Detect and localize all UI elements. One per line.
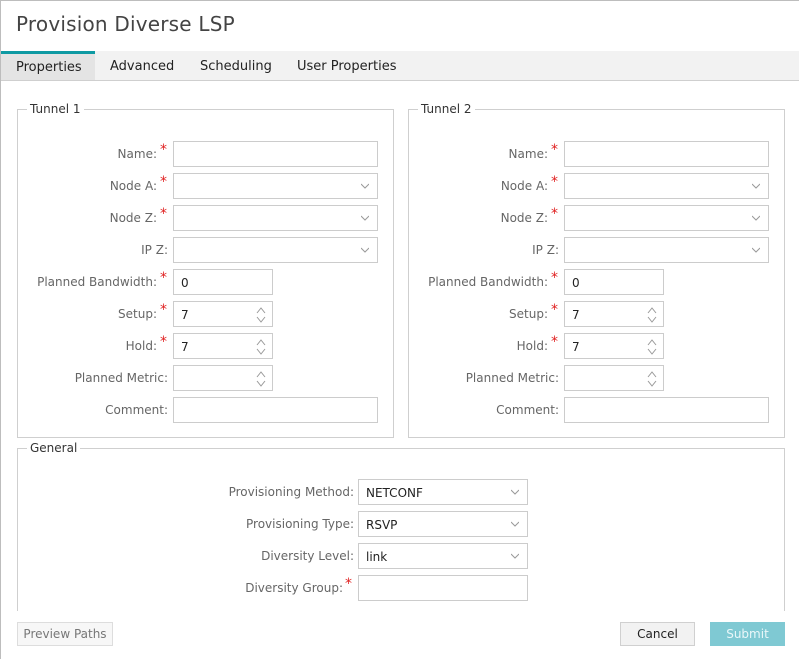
diversity-level-value: link xyxy=(366,550,388,564)
planned-metric-stepper[interactable] xyxy=(564,365,664,391)
tab-properties[interactable]: Properties xyxy=(1,51,95,80)
name-label: Name: xyxy=(508,147,548,161)
provisioning-type-row: Provisioning Type: RSVP xyxy=(1,511,799,537)
required-marker: * xyxy=(551,270,558,286)
diversity-level-row: Diversity Level: link xyxy=(1,543,799,569)
chevron-down-icon xyxy=(752,183,760,189)
required-marker: * xyxy=(551,206,558,222)
tunnel2-planned-metric-row: Planned Metric: xyxy=(1,365,799,391)
planned-metric-label: Planned Metric: xyxy=(465,371,559,385)
comment-input[interactable] xyxy=(564,397,769,423)
required-marker: * xyxy=(551,174,558,190)
planned-bandwidth-input[interactable]: 0 xyxy=(564,269,664,295)
ip-z-select[interactable] xyxy=(564,237,769,263)
setup-stepper[interactable]: 7 xyxy=(564,301,664,327)
node-a-label: Node A: xyxy=(500,179,548,193)
tunnel2-setup-row: Setup: * 7 xyxy=(1,301,799,327)
provisioning-method-label: Provisioning Method: xyxy=(228,485,354,499)
comment-label: Comment: xyxy=(496,403,559,417)
preview-paths-button[interactable]: Preview Paths xyxy=(17,622,113,646)
provisioning-type-select[interactable]: RSVP xyxy=(358,511,528,537)
diversity-group-row: Diversity Group: * xyxy=(1,575,799,601)
cancel-button[interactable]: Cancel xyxy=(620,622,695,646)
diversity-group-label: Diversity Group: xyxy=(245,581,343,595)
tunnel2-comment-row: Comment: xyxy=(1,397,799,423)
chevron-down-icon xyxy=(511,489,519,495)
planned-bandwidth-value: 0 xyxy=(572,276,580,290)
setup-value: 7 xyxy=(572,308,580,322)
tunnel2-node-a-row: Node A: * xyxy=(1,173,799,199)
tab-scheduling[interactable]: Scheduling xyxy=(185,51,287,80)
required-marker: * xyxy=(551,302,558,318)
diversity-level-label: Diversity Level: xyxy=(261,549,354,563)
required-marker: * xyxy=(345,576,352,592)
page-title: Provision Diverse LSP xyxy=(16,12,235,36)
required-marker: * xyxy=(551,142,558,158)
provisioning-method-select[interactable]: NETCONF xyxy=(358,479,528,505)
spinner-arrows-icon[interactable] xyxy=(647,337,657,357)
tab-user-properties[interactable]: User Properties xyxy=(282,51,411,80)
chevron-down-icon xyxy=(752,215,760,221)
tunnel2-ip-z-row: IP Z: xyxy=(1,237,799,263)
tunnel2-legend: Tunnel 2 xyxy=(421,102,472,116)
provisioning-method-row: Provisioning Method: NETCONF xyxy=(1,479,799,505)
spinner-arrows-icon[interactable] xyxy=(647,305,657,325)
diversity-level-select[interactable]: link xyxy=(358,543,528,569)
name-input[interactable] xyxy=(564,141,769,167)
node-a-select[interactable] xyxy=(564,173,769,199)
planned-bandwidth-label: Planned Bandwidth: xyxy=(428,275,548,289)
tab-bar: Properties Advanced Scheduling User Prop… xyxy=(1,51,799,81)
setup-label: Setup: xyxy=(509,307,548,321)
provisioning-type-value: RSVP xyxy=(366,518,398,532)
hold-stepper[interactable]: 7 xyxy=(564,333,664,359)
chevron-down-icon xyxy=(511,553,519,559)
provisioning-type-label: Provisioning Type: xyxy=(246,517,354,531)
tunnel1-legend: Tunnel 1 xyxy=(30,102,81,116)
tunnel2-name-row: Name: * xyxy=(1,141,799,167)
tunnel2-planned-bandwidth-row: Planned Bandwidth: * 0 xyxy=(1,269,799,295)
node-z-select[interactable] xyxy=(564,205,769,231)
hold-value: 7 xyxy=(572,340,580,354)
hold-label: Hold: xyxy=(516,339,548,353)
chevron-down-icon xyxy=(752,247,760,253)
spinner-arrows-icon[interactable] xyxy=(647,369,657,389)
chevron-down-icon xyxy=(511,521,519,527)
provisioning-method-value: NETCONF xyxy=(366,486,423,500)
node-z-label: Node Z: xyxy=(500,211,548,225)
diversity-group-input[interactable] xyxy=(358,575,528,601)
tunnel2-node-z-row: Node Z: * xyxy=(1,205,799,231)
required-marker: * xyxy=(551,334,558,350)
tab-advanced[interactable]: Advanced xyxy=(95,51,189,80)
ip-z-label: IP Z: xyxy=(532,243,559,257)
general-legend: General xyxy=(30,441,78,455)
tunnel2-hold-row: Hold: * 7 xyxy=(1,333,799,359)
submit-button[interactable]: Submit xyxy=(710,622,785,646)
